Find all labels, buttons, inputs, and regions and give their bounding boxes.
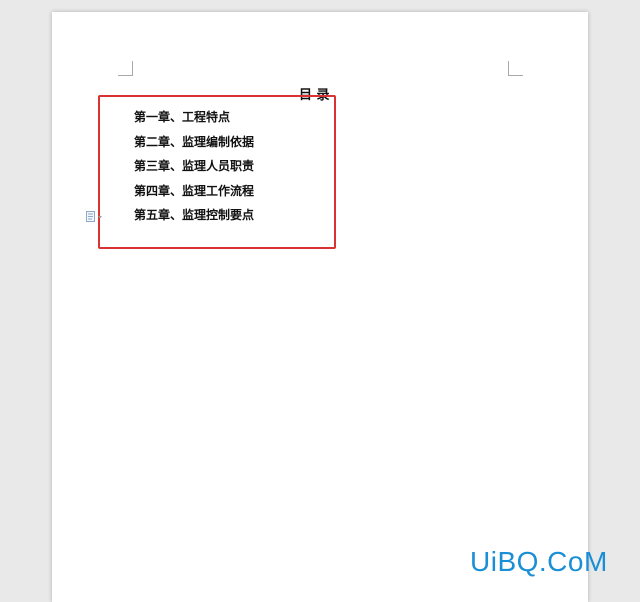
toc-entry[interactable]: 第三章、监理人员职责 xyxy=(134,157,254,182)
toc-entry[interactable]: 第四章、监理工作流程 xyxy=(134,182,254,207)
page-corner-mark-top-left xyxy=(118,61,133,76)
toc-entry[interactable]: 第一章、工程特点 xyxy=(134,108,254,133)
toc-entry[interactable]: 第五章、监理控制要点 xyxy=(134,206,254,231)
page-corner-mark-top-right xyxy=(508,61,523,76)
site-watermark: UiBQ.CoM xyxy=(470,546,608,577)
toc-list: 第一章、工程特点 第二章、监理编制依据 第三章、监理人员职责 第四章、监理工作流… xyxy=(134,108,254,231)
toc-entry[interactable]: 第二章、监理编制依据 xyxy=(134,133,254,158)
paragraph-layout-icon[interactable] xyxy=(86,208,108,222)
document-page[interactable]: 目 录 第一章、工程特点 第二章、监理编制依据 第三章、监理人员职责 第四章、监… xyxy=(52,12,588,602)
